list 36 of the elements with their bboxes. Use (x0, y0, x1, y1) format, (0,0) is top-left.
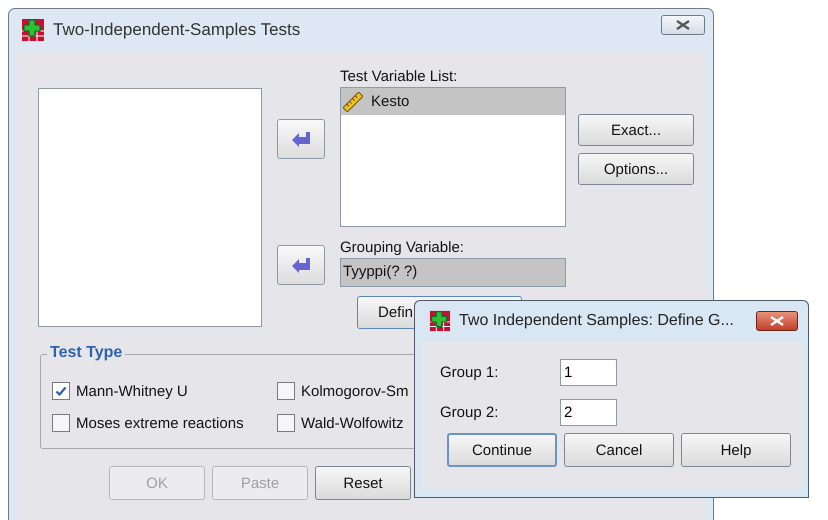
arrow-left-icon (291, 131, 311, 147)
dialog-button[interactable]: Continue (447, 433, 557, 467)
grouping-variable-label: Grouping Variable: (340, 239, 464, 257)
dialog-button[interactable]: Exact... (578, 114, 694, 146)
close-button[interactable] (661, 15, 705, 35)
test-variable-label: Test Variable List: (340, 68, 458, 86)
dialog-button[interactable]: Reset (315, 466, 411, 500)
close-button[interactable] (756, 311, 798, 331)
group-input[interactable]: 2 (560, 399, 617, 426)
checkbox[interactable] (52, 414, 70, 432)
group-label: Group 2: (440, 404, 500, 421)
dialog-button[interactable]: Options... (578, 153, 694, 185)
group-title: Test Type (47, 344, 126, 362)
dialog-title: Two Independent Samples: Define G... (459, 312, 735, 330)
move-button[interactable] (277, 245, 325, 285)
test-option[interactable]: Moses extreme reactions (52, 414, 277, 432)
grouping-variable-field[interactable]: Tyyppi(? ?) (340, 258, 566, 287)
test-option[interactable]: Mann-Whitney U (52, 382, 277, 400)
group-input[interactable]: 1 (560, 359, 617, 386)
checkbox[interactable] (277, 382, 295, 400)
close-icon (770, 316, 784, 326)
table-plus-icon (21, 18, 45, 42)
test-option[interactable]: Kolmogorov-Sm (277, 382, 477, 400)
window-title: Two-Independent-Samples Tests (53, 20, 302, 40)
group-label: Group 1: (440, 364, 500, 381)
checkbox[interactable] (277, 414, 295, 432)
dialog-button[interactable]: Cancel (564, 433, 674, 467)
dialog-button[interactable]: Help (681, 433, 791, 467)
checkbox[interactable] (52, 382, 70, 400)
test-variable-list[interactable]: Kesto (340, 87, 566, 227)
close-icon (676, 20, 690, 30)
arrow-left-icon (291, 257, 311, 273)
check-icon (55, 385, 67, 397)
variable-item[interactable]: Kesto (341, 88, 565, 115)
table-plus-icon (429, 310, 451, 332)
move-button[interactable] (277, 119, 325, 159)
